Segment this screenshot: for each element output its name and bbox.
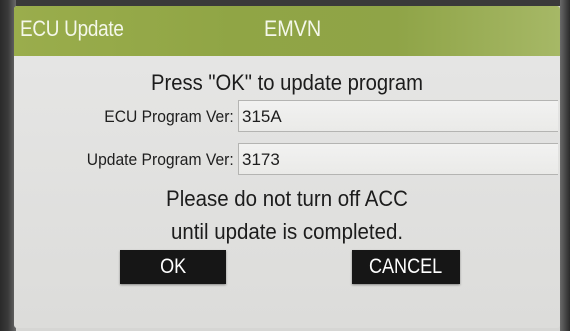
warning-line-1: Please do not turn off ACC: [166, 186, 408, 211]
screen-bezel-right: [560, 0, 570, 331]
app-title: ECU Update: [20, 16, 124, 41]
ok-button[interactable]: OK: [120, 250, 226, 284]
title-bar: ECU Update EMVN: [14, 6, 560, 56]
warning-line-2: until update is completed.: [170, 219, 404, 244]
update-program-version-value: 3173: [238, 143, 558, 175]
ecu-program-version-label: ECU Program Ver:: [104, 107, 234, 126]
ecu-program-version-value: 315A: [238, 100, 558, 132]
ecu-program-version-row: ECU Program Ver: 315A: [14, 100, 560, 132]
header-label: EMVN: [264, 16, 322, 41]
ecu-update-screen: ECU Update EMVN Press "OK" to update pro…: [14, 6, 560, 328]
cancel-button[interactable]: CANCEL: [352, 250, 460, 284]
ok-button-label: OK: [159, 255, 187, 278]
update-program-version-row: Update Program Ver: 3173: [14, 143, 560, 175]
update-prompt: Press "OK" to update program: [150, 70, 424, 95]
update-program-version-label: Update Program Ver:: [87, 150, 234, 169]
cancel-button-label: CANCEL: [369, 255, 443, 278]
device-photo: ECU Update EMVN Press "OK" to update pro…: [0, 0, 570, 331]
